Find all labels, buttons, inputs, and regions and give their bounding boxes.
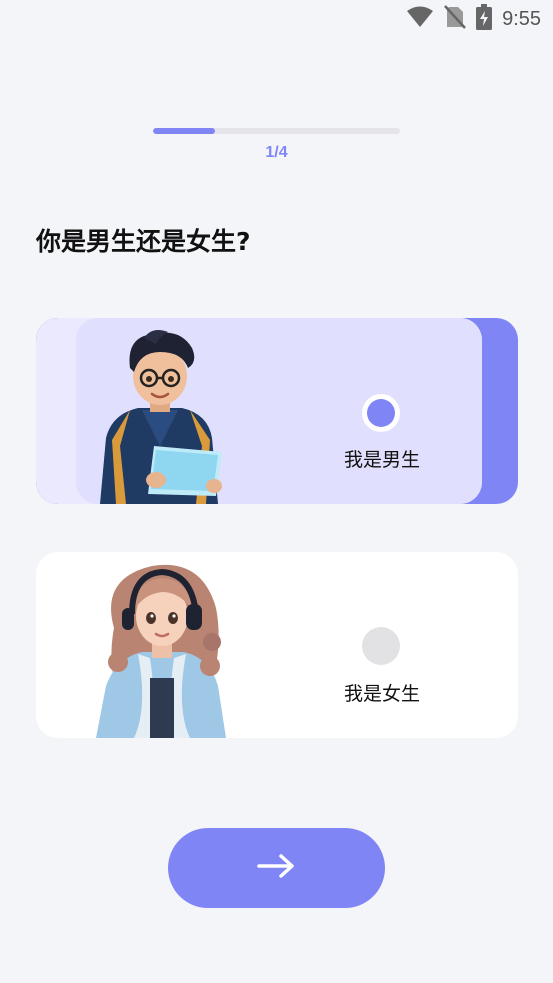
option-label-girl: 我是女生 xyxy=(343,683,420,705)
status-time: 9:55 xyxy=(502,8,541,30)
girl-avatar xyxy=(92,558,232,738)
option-card-boy[interactable]: 我是男生 xyxy=(36,318,518,504)
arrow-right-icon xyxy=(256,853,297,883)
progress-label: 1/4 xyxy=(265,144,288,161)
radio-girl-unselected[interactable] xyxy=(362,627,400,665)
radio-dot xyxy=(367,399,395,427)
progress-bar xyxy=(153,128,400,134)
option-label-boy: 我是男生 xyxy=(343,449,420,471)
status-icons: 9:55 xyxy=(406,4,541,34)
next-button[interactable] xyxy=(168,828,385,908)
no-sim-icon xyxy=(444,5,466,33)
wifi-icon xyxy=(406,6,434,32)
question-title: 你是男生还是女生? xyxy=(36,227,251,256)
battery-charging-icon xyxy=(476,4,493,34)
status-bar: 9:55 xyxy=(0,0,553,40)
progress-fill xyxy=(153,128,215,134)
radio-boy-selected[interactable] xyxy=(362,394,400,432)
boy-avatar xyxy=(90,328,230,504)
option-card-girl[interactable]: 我是女生 xyxy=(36,552,518,738)
